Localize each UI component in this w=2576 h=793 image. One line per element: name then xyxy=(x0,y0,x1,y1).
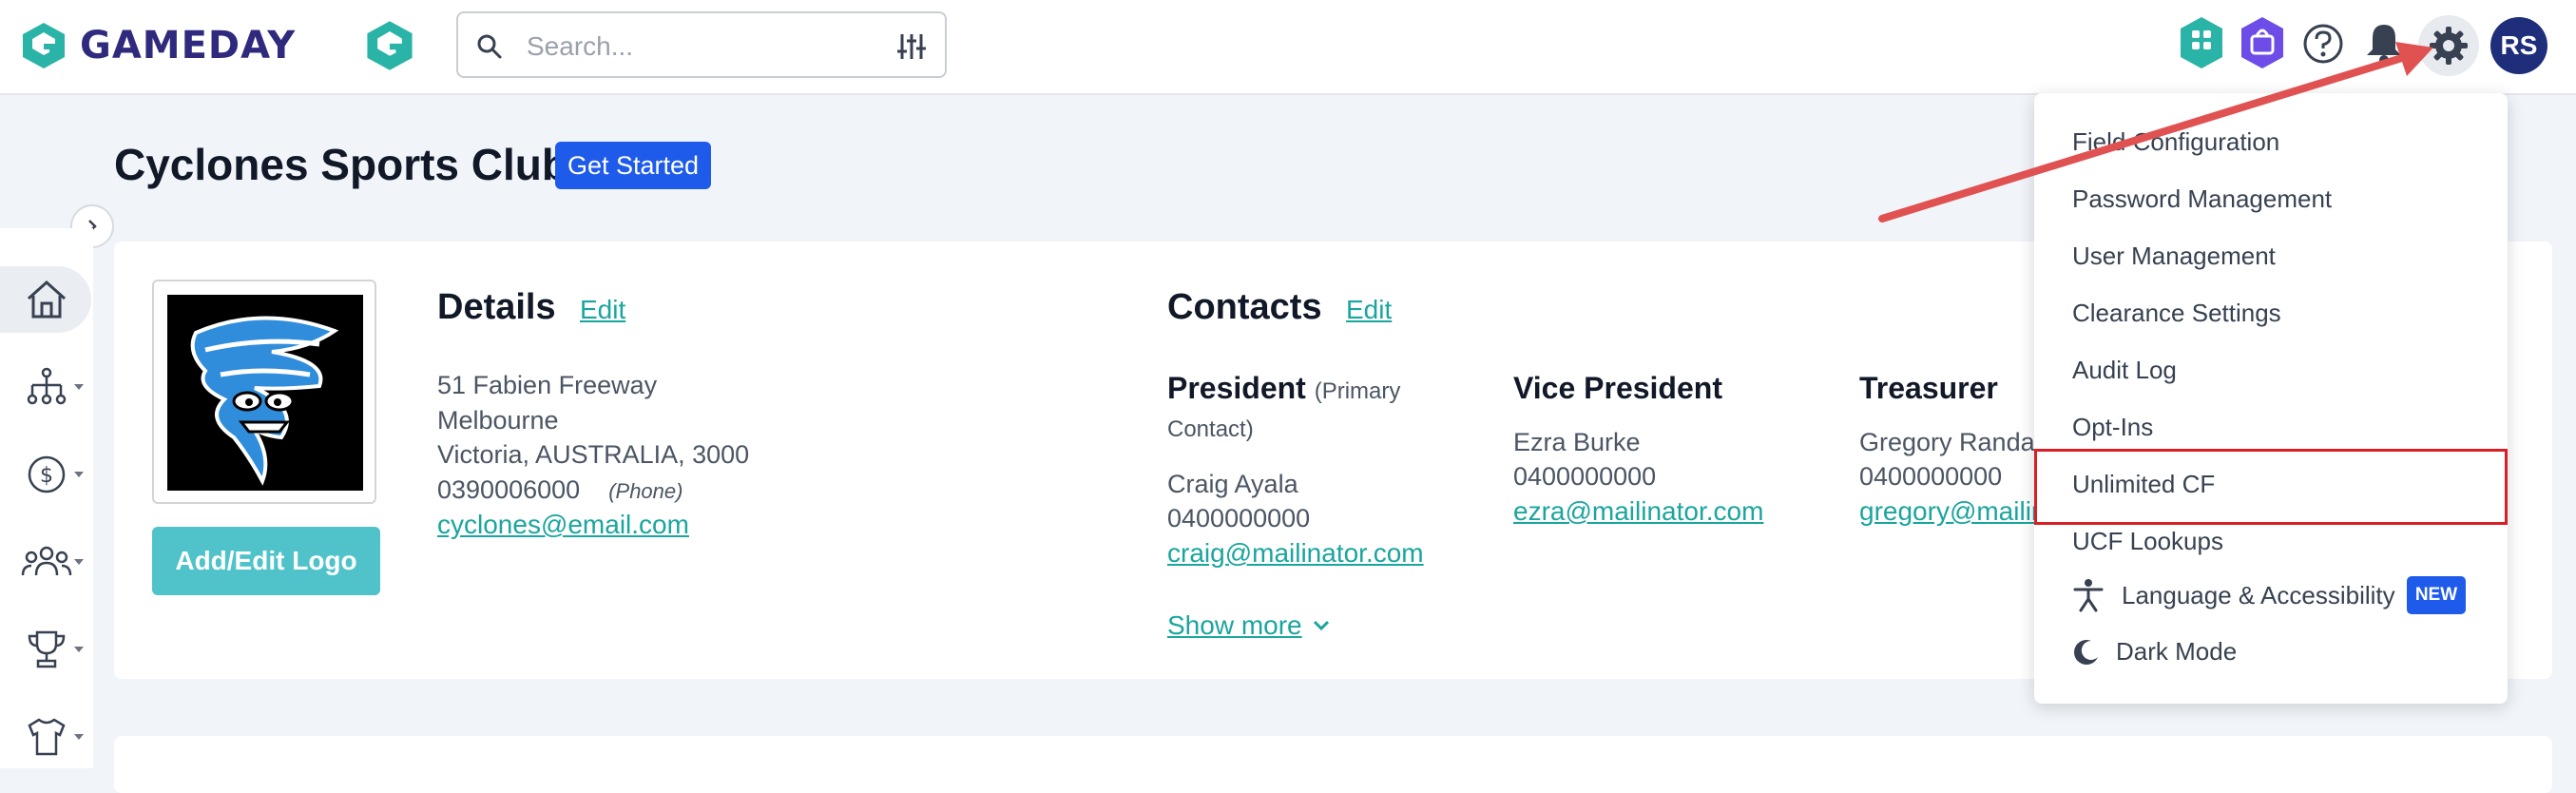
sidebar-item-members[interactable] xyxy=(0,529,93,595)
menu-item-user-management[interactable]: User Management xyxy=(2072,242,2276,271)
contact-role-president: President (Primary xyxy=(1167,371,1400,406)
menu-item-language-accessibility[interactable]: Language & Accessibility xyxy=(2072,578,2395,612)
sidebar: $ xyxy=(0,228,93,768)
new-badge: NEW xyxy=(2407,576,2466,614)
search-box[interactable] xyxy=(456,11,947,78)
club-logo-frame xyxy=(152,280,376,504)
caret-down-icon xyxy=(74,472,84,477)
menu-item-password-management[interactable]: Password Management xyxy=(2072,184,2332,214)
user-avatar[interactable]: RS xyxy=(2490,17,2547,74)
sidebar-item-finance[interactable]: $ xyxy=(0,441,93,508)
contact-role-treasurer: Treasurer xyxy=(1859,371,1998,405)
secondary-card xyxy=(114,736,2552,793)
caret-down-icon xyxy=(74,559,84,565)
top-bar: GAMEDAY Search... RS xyxy=(0,0,2576,95)
contacts-heading: Contacts xyxy=(1167,287,1322,327)
gear-icon xyxy=(2430,27,2468,65)
sidebar-item-home[interactable] xyxy=(0,266,93,333)
menu-item-dark-mode[interactable]: Dark Mode xyxy=(2072,637,2237,667)
contact-email-link[interactable]: craig@mailinator.com xyxy=(1167,538,1424,569)
sidebar-item-teams[interactable] xyxy=(0,704,93,770)
help-icon[interactable] xyxy=(2302,23,2344,69)
details-heading: Details xyxy=(437,287,556,327)
gameday-g-icon xyxy=(23,23,65,68)
show-more-label: Show more xyxy=(1167,610,1302,640)
show-more-link[interactable]: Show more xyxy=(1167,610,1331,641)
sidebar-item-structure[interactable] xyxy=(0,354,93,420)
menu-item-ucf-lookups[interactable]: UCF Lookups xyxy=(2072,527,2223,556)
dark-mode-label: Dark Mode xyxy=(2116,637,2238,666)
contact-name: Gregory Randal xyxy=(1859,428,2041,456)
contact-email-link[interactable]: ezra@mailinator.com xyxy=(1513,496,1763,527)
contact-name: Craig Ayala xyxy=(1167,470,1298,498)
caret-down-icon xyxy=(74,734,84,740)
shop-icon[interactable] xyxy=(2238,13,2287,79)
chevron-down-icon xyxy=(1313,620,1329,631)
contact-phone: 0400000000 xyxy=(1167,504,1311,532)
contact-phone: 0400000000 xyxy=(1513,462,1657,491)
trophy-icon xyxy=(28,630,66,668)
org-chart-icon xyxy=(27,367,67,405)
home-icon xyxy=(27,280,67,319)
settings-gear-button[interactable] xyxy=(2418,15,2479,76)
address-line-2: Melbourne xyxy=(437,406,559,435)
search-icon xyxy=(477,34,502,59)
moon-icon xyxy=(2074,639,2098,665)
club-phone-label: (Phone) xyxy=(608,479,683,503)
club-logo-image xyxy=(167,295,363,491)
details-edit-link[interactable]: Edit xyxy=(580,295,625,325)
apps-icon[interactable] xyxy=(2177,13,2226,79)
address-line-1: 51 Fabien Freeway xyxy=(437,371,658,399)
contact-email-link[interactable]: gregory@mailin xyxy=(1859,496,2047,527)
get-started-button[interactable]: Get Started xyxy=(555,142,711,189)
caret-down-icon xyxy=(74,647,84,652)
club-phone: 0390006000 (Phone) xyxy=(437,475,682,505)
menu-item-unlimited-cf[interactable]: Unlimited CF xyxy=(2072,470,2215,499)
contacts-edit-link[interactable]: Edit xyxy=(1346,295,1392,325)
language-accessibility-label: Language & Accessibility xyxy=(2122,580,2395,609)
contact-name: Ezra Burke xyxy=(1513,428,1641,456)
menu-item-field-configuration[interactable]: Field Configuration xyxy=(2072,127,2279,157)
page-title: Cyclones Sports Club xyxy=(114,140,568,189)
add-edit-logo-button[interactable]: Add/Edit Logo xyxy=(152,527,380,595)
filter-sliders-icon[interactable] xyxy=(895,30,928,63)
gameday-logo[interactable]: GAMEDAY xyxy=(17,19,296,72)
club-email-link[interactable]: cyclones@email.com xyxy=(437,510,689,540)
caret-down-icon xyxy=(74,384,84,390)
people-icon xyxy=(21,546,72,576)
org-logo-icon[interactable] xyxy=(361,17,418,79)
contact-phone: 0400000000 xyxy=(1859,462,2003,491)
accessibility-icon xyxy=(2073,579,2104,612)
menu-item-clearance-settings[interactable]: Clearance Settings xyxy=(2072,299,2281,328)
contact-role-note-2: Contact) xyxy=(1167,416,1254,442)
menu-item-audit-log[interactable]: Audit Log xyxy=(2072,356,2177,385)
menu-item-opt-ins[interactable]: Opt-Ins xyxy=(2072,413,2153,442)
settings-dropdown-menu: Field Configuration Password Management … xyxy=(2034,93,2508,704)
jersey-icon xyxy=(28,718,66,756)
address-line-3: Victoria, AUSTRALIA, 3000 xyxy=(437,440,750,469)
contact-role-note: (Primary xyxy=(1314,378,1401,404)
search-input[interactable] xyxy=(525,27,871,67)
club-phone-number: 0390006000 xyxy=(437,475,581,504)
contact-role-vice-president: Vice President xyxy=(1513,371,1722,405)
svg-text:$: $ xyxy=(40,464,53,488)
notifications-bell-icon[interactable] xyxy=(2363,21,2405,71)
sidebar-item-competitions[interactable] xyxy=(0,616,93,683)
contact-role-label: President xyxy=(1167,371,1306,405)
brand-name: GAMEDAY xyxy=(80,24,297,68)
dollar-icon: $ xyxy=(28,455,66,493)
